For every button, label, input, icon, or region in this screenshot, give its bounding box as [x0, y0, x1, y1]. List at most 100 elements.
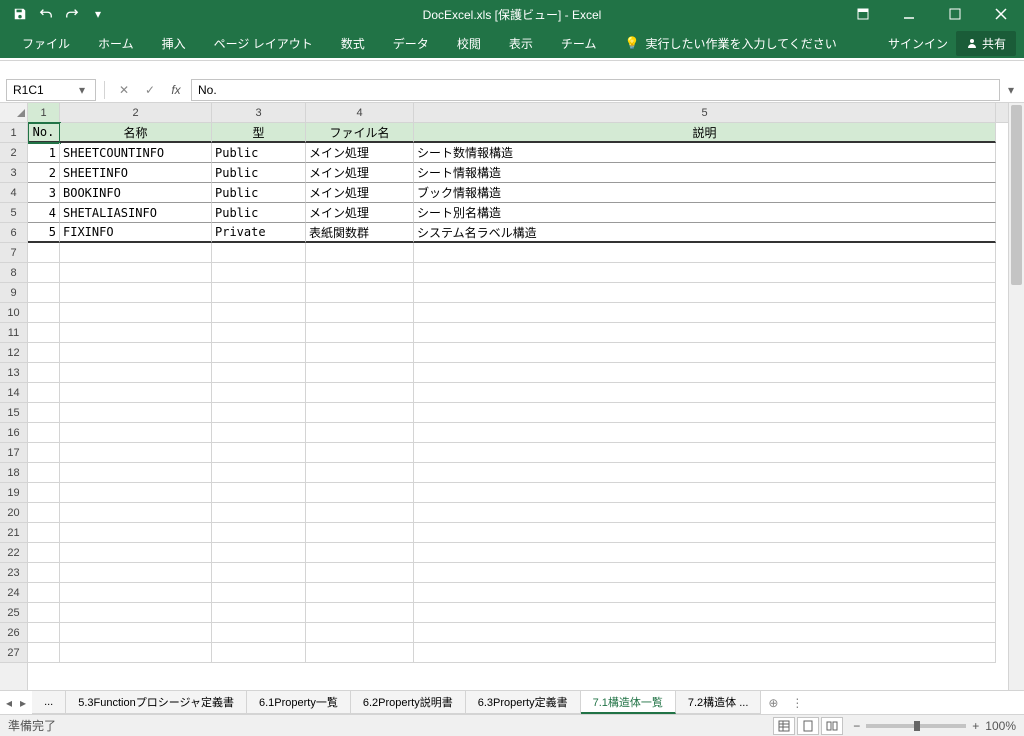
- tab-formulas[interactable]: 数式: [327, 28, 379, 58]
- cell[interactable]: [212, 543, 306, 563]
- tab-team[interactable]: チーム: [547, 28, 611, 58]
- cell[interactable]: メイン処理: [306, 203, 414, 223]
- cell[interactable]: Public: [212, 163, 306, 183]
- cell[interactable]: [306, 483, 414, 503]
- row-header[interactable]: 11: [0, 323, 27, 343]
- cell[interactable]: [306, 383, 414, 403]
- vertical-scrollbar[interactable]: [1008, 103, 1024, 690]
- cell[interactable]: [28, 643, 60, 663]
- tab-review[interactable]: 校閲: [443, 28, 495, 58]
- column-header[interactable]: 5: [414, 103, 996, 122]
- cell[interactable]: [306, 583, 414, 603]
- column-header[interactable]: 3: [212, 103, 306, 122]
- row-header[interactable]: 1: [0, 123, 27, 143]
- share-button[interactable]: 共有: [956, 31, 1016, 56]
- cell[interactable]: 3: [28, 183, 60, 203]
- cell[interactable]: [414, 523, 996, 543]
- cell[interactable]: [28, 443, 60, 463]
- cell[interactable]: 名称: [60, 123, 212, 143]
- cell[interactable]: [28, 563, 60, 583]
- cell[interactable]: [28, 503, 60, 523]
- cell[interactable]: [414, 543, 996, 563]
- cell[interactable]: [306, 323, 414, 343]
- cell[interactable]: [60, 363, 212, 383]
- cell[interactable]: [414, 363, 996, 383]
- sheet-tab[interactable]: 5.3Functionプロシージャ定義書: [66, 691, 247, 714]
- zoom-value[interactable]: 100%: [985, 719, 1016, 733]
- cell[interactable]: [28, 423, 60, 443]
- column-header[interactable]: 2: [60, 103, 212, 122]
- cell[interactable]: [414, 483, 996, 503]
- cell[interactable]: [212, 403, 306, 423]
- cell[interactable]: 2: [28, 163, 60, 183]
- cell[interactable]: [60, 423, 212, 443]
- cell[interactable]: FIXINFO: [60, 223, 212, 243]
- row-header[interactable]: 4: [0, 183, 27, 203]
- sheet-menu-icon[interactable]: ⋮: [785, 696, 809, 710]
- cell[interactable]: [28, 283, 60, 303]
- cell[interactable]: [212, 443, 306, 463]
- sheet-tab[interactable]: 7.1構造体一覧: [581, 691, 676, 714]
- row-header[interactable]: 20: [0, 503, 27, 523]
- row-header[interactable]: 2: [0, 143, 27, 163]
- cell[interactable]: [306, 543, 414, 563]
- row-header[interactable]: 27: [0, 643, 27, 663]
- cell[interactable]: [60, 603, 212, 623]
- cell[interactable]: [60, 583, 212, 603]
- row-header[interactable]: 15: [0, 403, 27, 423]
- cell[interactable]: [212, 463, 306, 483]
- cell[interactable]: SHETALIASINFO: [60, 203, 212, 223]
- cell[interactable]: [28, 343, 60, 363]
- cell[interactable]: [414, 303, 996, 323]
- cell[interactable]: [306, 623, 414, 643]
- cell[interactable]: メイン処理: [306, 183, 414, 203]
- cell[interactable]: [414, 403, 996, 423]
- sheet-tab[interactable]: 6.3Property定義書: [466, 691, 581, 714]
- signin-link[interactable]: サインイン: [888, 35, 948, 52]
- cell[interactable]: [212, 503, 306, 523]
- zoom-out-button[interactable]: −: [853, 719, 860, 733]
- cell[interactable]: [60, 543, 212, 563]
- cell[interactable]: [28, 403, 60, 423]
- tab-view[interactable]: 表示: [495, 28, 547, 58]
- save-button[interactable]: [8, 2, 32, 26]
- formula-input[interactable]: No.: [191, 79, 1000, 101]
- cell[interactable]: [414, 243, 996, 263]
- cell[interactable]: [212, 243, 306, 263]
- cell[interactable]: [60, 483, 212, 503]
- row-header[interactable]: 3: [0, 163, 27, 183]
- cell[interactable]: SHEETCOUNTINFO: [60, 143, 212, 163]
- cell[interactable]: [306, 563, 414, 583]
- cell[interactable]: [212, 483, 306, 503]
- close-button[interactable]: [978, 0, 1024, 28]
- cell[interactable]: [306, 463, 414, 483]
- cell[interactable]: ブック情報構造: [414, 183, 996, 203]
- normal-view-button[interactable]: [773, 717, 795, 735]
- sheet-tab[interactable]: ...: [32, 691, 66, 714]
- row-header[interactable]: 10: [0, 303, 27, 323]
- cell[interactable]: [60, 283, 212, 303]
- row-header[interactable]: 17: [0, 443, 27, 463]
- cells-area[interactable]: No.名称型ファイル名説明1SHEETCOUNTINFOPublicメイン処理シ…: [28, 123, 1008, 690]
- minimize-button[interactable]: [886, 0, 932, 28]
- cell[interactable]: [414, 343, 996, 363]
- cell[interactable]: [414, 623, 996, 643]
- cell[interactable]: Public: [212, 143, 306, 163]
- row-header[interactable]: 24: [0, 583, 27, 603]
- cancel-formula-button[interactable]: ✕: [113, 79, 135, 101]
- cell[interactable]: 1: [28, 143, 60, 163]
- cell[interactable]: [212, 383, 306, 403]
- cell[interactable]: ファイル名: [306, 123, 414, 143]
- cell[interactable]: [414, 643, 996, 663]
- row-header[interactable]: 16: [0, 423, 27, 443]
- cell[interactable]: システム名ラベル構造: [414, 223, 996, 243]
- sheet-nav-next[interactable]: ▸: [20, 696, 26, 710]
- cell[interactable]: [414, 443, 996, 463]
- tab-home[interactable]: ホーム: [84, 28, 148, 58]
- cell[interactable]: [414, 583, 996, 603]
- cell[interactable]: [212, 603, 306, 623]
- cell[interactable]: [28, 463, 60, 483]
- cell[interactable]: [60, 563, 212, 583]
- zoom-slider[interactable]: [866, 724, 966, 728]
- maximize-button[interactable]: [932, 0, 978, 28]
